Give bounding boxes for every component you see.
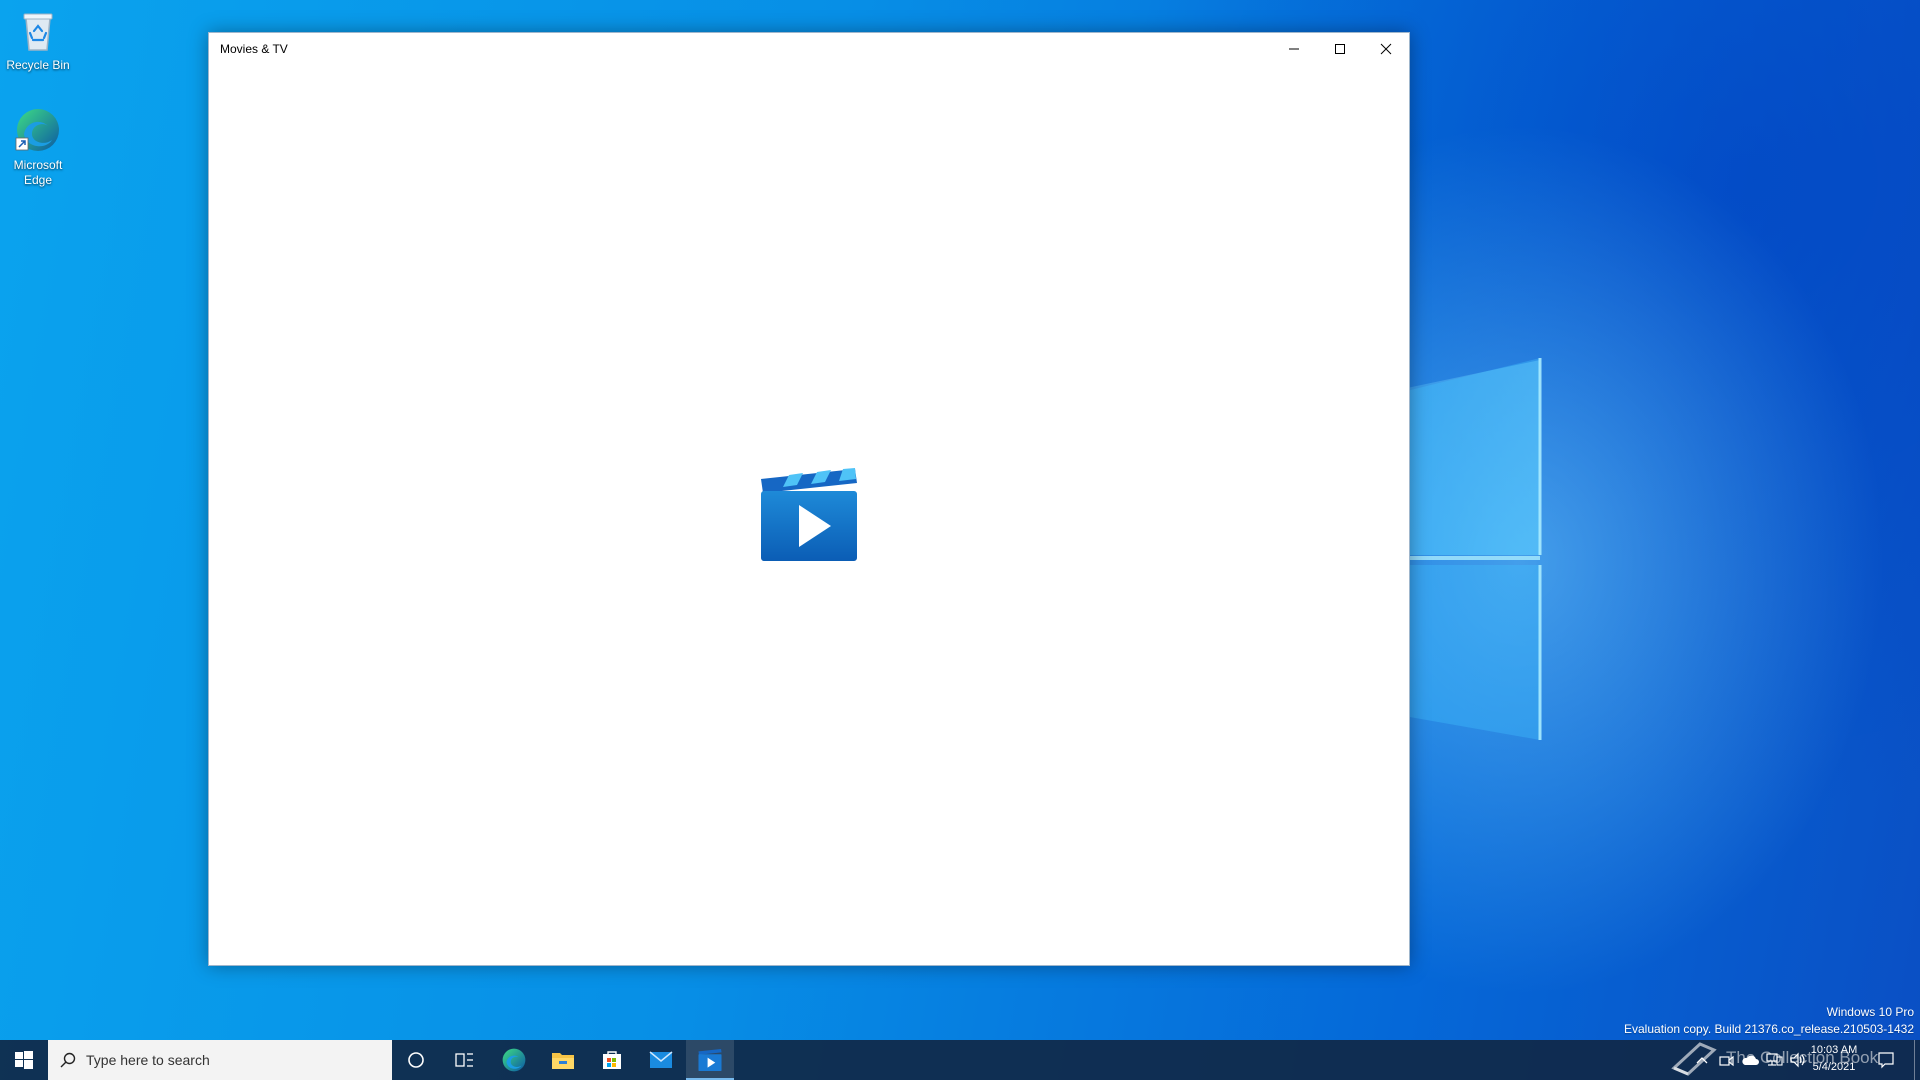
search-icon — [60, 1052, 76, 1068]
recycle-bin-icon — [23, 13, 53, 51]
maximize-button[interactable] — [1317, 33, 1363, 65]
taskbar-file-explorer[interactable] — [539, 1040, 587, 1080]
mail-icon — [649, 1051, 673, 1068]
tray-network[interactable] — [1764, 1050, 1784, 1070]
taskbar-clock[interactable]: 10:03 AM 5/4/2021 — [1800, 1042, 1868, 1076]
watermark-build: Evaluation copy. Build 21376.co_release.… — [1624, 1022, 1914, 1036]
tray-meet-now[interactable] — [1716, 1050, 1736, 1070]
window-title: Movies & TV — [220, 42, 288, 56]
tray-chevron-up[interactable] — [1692, 1050, 1712, 1070]
chevron-up-icon — [1696, 1057, 1708, 1064]
desktop-icon-label: Recycle Bin — [6, 58, 70, 72]
task-view-icon — [455, 1053, 473, 1067]
desktop: Recycle Bin Microsoft Edge Movies & TV W… — [0, 0, 1920, 1080]
folder-icon — [552, 1053, 574, 1069]
title-bar[interactable]: Movies & TV — [209, 33, 1409, 65]
cloud-icon — [1742, 1055, 1759, 1065]
edge-icon — [502, 1048, 526, 1072]
webcam-icon — [1719, 1055, 1734, 1067]
notification-icon — [1878, 1052, 1894, 1069]
taskbar: Type here to search 10:03 AM 5/4/2021 — [0, 1040, 1920, 1080]
evaluation-watermark: Windows 10 Pro Evaluation copy. Build 21… — [1624, 1004, 1914, 1038]
desktop-icon-recycle-bin[interactable]: Recycle Bin — [0, 6, 76, 73]
taskbar-store[interactable] — [588, 1040, 636, 1080]
maximize-icon — [1335, 44, 1345, 54]
close-icon — [1380, 43, 1392, 55]
close-button[interactable] — [1363, 33, 1409, 65]
edge-icon — [15, 109, 59, 151]
start-button[interactable] — [0, 1040, 48, 1080]
taskbar-movies-tv[interactable] — [686, 1040, 734, 1080]
tray-onedrive[interactable] — [1740, 1050, 1760, 1070]
clock-date: 5/4/2021 — [1812, 1061, 1856, 1073]
cortana-button[interactable] — [392, 1040, 440, 1080]
network-icon — [1766, 1053, 1783, 1066]
task-view-button[interactable] — [440, 1040, 488, 1080]
movies-tv-logo-icon — [761, 468, 857, 561]
taskbar-search-box[interactable]: Type here to search — [48, 1040, 392, 1080]
minimize-icon — [1289, 48, 1299, 50]
windows-start-icon — [15, 1051, 33, 1069]
show-desktop-button[interactable] — [1914, 1040, 1920, 1080]
watermark-edition: Windows 10 Pro — [1826, 1005, 1914, 1019]
movies-tv-icon — [698, 1048, 722, 1072]
circle-icon — [408, 1052, 424, 1068]
desktop-icon-edge[interactable]: Microsoft Edge — [0, 106, 76, 188]
minimize-button[interactable] — [1271, 33, 1317, 65]
taskbar-mail[interactable] — [637, 1040, 685, 1080]
app-window[interactable]: Movies & TV — [208, 32, 1410, 966]
taskbar-edge[interactable] — [490, 1040, 538, 1080]
action-center-button[interactable] — [1876, 1050, 1896, 1070]
search-placeholder: Type here to search — [86, 1052, 210, 1068]
desktop-icon-label: Microsoft Edge — [13, 158, 63, 187]
store-icon — [603, 1051, 621, 1069]
clock-time: 10:03 AM — [1810, 1044, 1858, 1056]
